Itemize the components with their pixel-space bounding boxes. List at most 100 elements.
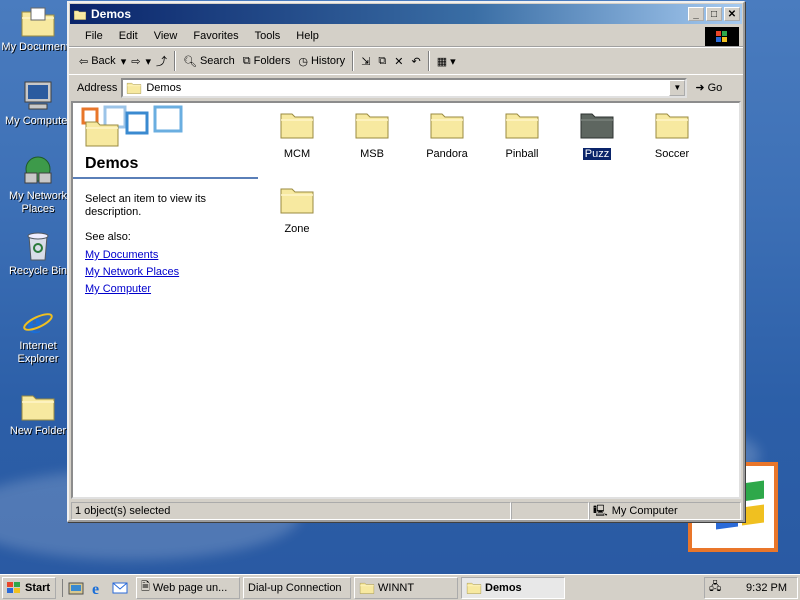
address-input[interactable]: Demos ▼ bbox=[121, 77, 688, 98]
desktop-icon-label: Internet Explorer bbox=[17, 340, 59, 365]
folder-item-zone[interactable]: Zone bbox=[267, 184, 327, 235]
go-arrow-icon: ➜ bbox=[695, 82, 705, 94]
menu-file[interactable]: File bbox=[77, 30, 111, 42]
delete-icon: ✕ bbox=[394, 55, 404, 68]
copy-to-button[interactable]: ⧉ bbox=[374, 53, 390, 70]
desktop-icon-new-folder[interactable]: New Folder bbox=[0, 390, 76, 438]
recycle-bin-icon bbox=[21, 230, 55, 262]
forward-dropdown-button[interactable]: ▾ bbox=[144, 53, 152, 70]
folder-icon bbox=[73, 9, 87, 20]
folder-item-label: Pandora bbox=[426, 148, 468, 160]
task-demos[interactable]: Demos bbox=[461, 576, 565, 599]
start-label: Start bbox=[25, 581, 51, 594]
folder-icon bbox=[126, 81, 142, 94]
my-documents-icon bbox=[21, 6, 55, 38]
toolbar-separator bbox=[427, 51, 430, 71]
internet-explorer-icon: e bbox=[21, 304, 55, 340]
go-button[interactable]: ➜ Go bbox=[695, 81, 722, 95]
folder-item-puzz[interactable]: Puzz bbox=[567, 109, 627, 161]
web-page-icon: 🗎 bbox=[141, 581, 150, 593]
minimize-button[interactable]: _ bbox=[688, 7, 704, 21]
folder-banner-icon bbox=[81, 105, 183, 147]
close-button[interactable]: ✕ bbox=[724, 7, 740, 21]
network-tray-icon[interactable]: 🖧 bbox=[709, 578, 721, 597]
task-winnt[interactable]: WINNT bbox=[354, 576, 458, 599]
desktop-icon-my-network-places[interactable]: My Network Places bbox=[0, 155, 76, 216]
standard-toolbar: ⇦ Back ▾ ⇨ ▾ ⤴ 🔍︎ Search ⧉ Folders ◷ His… bbox=[69, 47, 743, 75]
desktop-icon-label: My Documents bbox=[1, 41, 75, 53]
link-my-documents[interactable]: My Documents bbox=[85, 249, 158, 261]
search-icon: 🔍︎ bbox=[182, 55, 197, 68]
history-button[interactable]: ◷ History bbox=[294, 53, 349, 70]
menu-help[interactable]: Help bbox=[288, 30, 327, 42]
folder-item-label: MCM bbox=[283, 148, 311, 160]
move-to-icon: ⇲ bbox=[361, 55, 371, 68]
folder-item-mcm[interactable]: MCM bbox=[267, 109, 327, 160]
menu-favorites[interactable]: Favorites bbox=[185, 30, 246, 42]
folder-item-pandora[interactable]: Pandora bbox=[417, 109, 477, 160]
folder-item-pinball[interactable]: Pinball bbox=[492, 109, 552, 160]
show-desktop-icon[interactable] bbox=[67, 579, 85, 597]
clock[interactable]: 9:32 PM bbox=[746, 582, 787, 594]
address-label: Address bbox=[77, 81, 118, 94]
desktop-icon-label: New Folder bbox=[9, 425, 67, 437]
undo-icon: ↶ bbox=[411, 55, 421, 68]
up-folder-icon: ⤴ bbox=[155, 56, 167, 68]
address-dropdown-button[interactable]: ▼ bbox=[669, 79, 686, 96]
internet-explorer-icon[interactable]: e bbox=[89, 579, 107, 597]
desktop-icon-label: My Network Places bbox=[8, 190, 68, 215]
task-label: WINNT bbox=[378, 581, 415, 594]
delete-button[interactable]: ✕ bbox=[390, 53, 407, 70]
forward-button[interactable]: ⇨ bbox=[127, 53, 144, 70]
task-label: Dial-up Connection bbox=[248, 581, 342, 594]
network-places-icon bbox=[21, 155, 55, 187]
start-button[interactable]: Start bbox=[2, 576, 56, 599]
folders-icon: ⧉ bbox=[242, 54, 251, 67]
toolbar-separator bbox=[352, 51, 355, 71]
folder-item-label: Soccer bbox=[654, 148, 690, 160]
views-button[interactable]: ▦ ▾ bbox=[433, 53, 460, 70]
menu-tools[interactable]: Tools bbox=[247, 30, 289, 42]
menu-edit[interactable]: Edit bbox=[111, 30, 146, 42]
views-icon: ▦ bbox=[436, 55, 448, 68]
web-view-description: Select an item to view its description. bbox=[85, 193, 207, 218]
windows-throbber-icon bbox=[705, 27, 739, 46]
link-my-computer[interactable]: My Computer bbox=[85, 283, 151, 295]
status-bar: 1 object(s) selected 🖳 My Computer bbox=[71, 502, 741, 520]
desktop-icon-recycle-bin[interactable]: Recycle Bin bbox=[0, 230, 76, 278]
folder-item-msb[interactable]: MSB bbox=[342, 109, 402, 160]
title-bar[interactable]: Demos _ □ ✕ bbox=[70, 4, 742, 24]
outlook-express-icon[interactable] bbox=[111, 579, 129, 597]
desktop-icon-internet-explorer[interactable]: e Internet Explorer bbox=[0, 304, 76, 366]
desktop-icon-my-computer[interactable]: My Computer bbox=[0, 80, 76, 128]
folder-icon bbox=[655, 109, 689, 139]
folder-icon bbox=[430, 109, 464, 139]
folder-item-label: Pinball bbox=[505, 148, 539, 160]
windows-flag-icon bbox=[7, 581, 20, 593]
desktop-icon-my-documents[interactable]: My Documents bbox=[0, 6, 76, 54]
move-to-button[interactable]: ⇲ bbox=[357, 53, 374, 70]
task-dial-up-connection[interactable]: Dial-up Connection bbox=[243, 576, 351, 599]
folder-icon bbox=[359, 581, 375, 594]
undo-button[interactable]: ↶ bbox=[407, 53, 424, 70]
maximize-button[interactable]: □ bbox=[706, 7, 722, 21]
menu-view[interactable]: View bbox=[146, 30, 186, 42]
folder-icon bbox=[21, 390, 55, 422]
folders-button[interactable]: ⧉ Folders bbox=[239, 53, 295, 70]
toolbar-separator bbox=[173, 51, 176, 71]
back-button[interactable]: ⇦ Back bbox=[75, 53, 120, 70]
link-my-network-places[interactable]: My Network Places bbox=[85, 266, 179, 278]
folder-icon bbox=[505, 109, 539, 139]
folder-item-soccer[interactable]: Soccer bbox=[642, 109, 702, 160]
web-view-panel: Demos Select an item to view its descrip… bbox=[73, 103, 259, 497]
status-zone: 🖳 My Computer bbox=[589, 502, 741, 520]
status-selection: 1 object(s) selected bbox=[71, 502, 511, 520]
task-web-page[interactable]: 🗎 Web page un... bbox=[136, 576, 240, 599]
up-folder-button[interactable]: ⤴ bbox=[152, 51, 171, 71]
window-title: Demos bbox=[91, 7, 132, 21]
folder-view: Demos Select an item to view its descrip… bbox=[71, 101, 741, 499]
copy-to-icon: ⧉ bbox=[378, 54, 387, 67]
back-dropdown-button[interactable]: ▾ bbox=[120, 53, 128, 70]
search-button[interactable]: 🔍︎ Search bbox=[179, 53, 239, 70]
web-view-title: Demos bbox=[85, 155, 139, 172]
